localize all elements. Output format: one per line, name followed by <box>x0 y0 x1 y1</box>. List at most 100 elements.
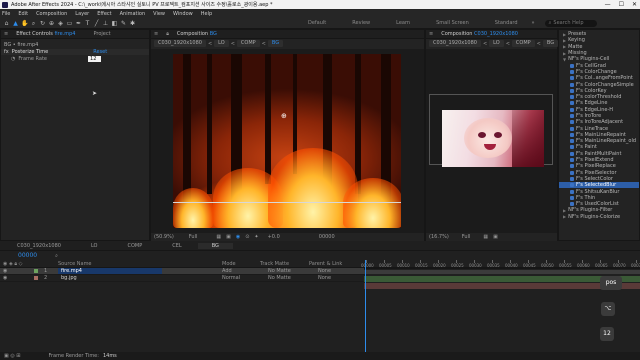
reset-link[interactable]: Reset <box>93 49 107 55</box>
timeline-search-icon[interactable]: ⌕ <box>55 253 58 259</box>
breadcrumb-bg[interactable]: BG <box>267 40 284 47</box>
tab-composition-c030[interactable]: Composition C030_1920x1080 <box>441 31 518 37</box>
layer-parent[interactable]: None <box>318 275 331 281</box>
tab-project[interactable]: Project <box>93 31 110 37</box>
tab-effect-controls[interactable]: Effect Controls fire.mp4 <box>16 31 75 37</box>
anchor-point-icon[interactable]: ⊕ <box>281 112 287 120</box>
workspace-standard[interactable]: Standard <box>495 20 518 26</box>
quality-dropdown[interactable]: Full <box>189 234 198 240</box>
lock-icon[interactable]: 🔒︎ <box>166 31 169 37</box>
secondary-zoom-dropdown[interactable]: (16.7%) <box>429 234 449 240</box>
layer-bar-2[interactable] <box>364 283 640 289</box>
type-tool-icon[interactable]: T <box>84 20 91 27</box>
menu-layer[interactable]: Layer <box>75 11 89 17</box>
secondary-viewer[interactable] <box>426 49 557 233</box>
search-help-input[interactable]: ⌕ Search Help <box>544 19 597 27</box>
breadcrumb-comp[interactable]: COMP <box>236 40 260 47</box>
workspace-small-screen[interactable]: Small Screen <box>436 20 469 26</box>
grid-icon[interactable]: ▦ <box>216 234 221 240</box>
pan-behind-tool-icon[interactable]: ◈ <box>57 20 64 27</box>
layer-row-2[interactable]: ◉ 2 bg.jpg Normal No Matte None <box>0 275 364 282</box>
timeline-tab-lo[interactable]: LO <box>77 243 112 249</box>
menu-file[interactable]: File <box>2 11 10 17</box>
disclosure-triangle-icon[interactable]: ▼ <box>563 57 566 62</box>
camera-tool-icon[interactable]: ⊕ <box>48 20 55 27</box>
playhead[interactable] <box>365 260 366 360</box>
menu-animation[interactable]: Animation <box>120 11 146 17</box>
layer-name[interactable]: bg.jpg <box>61 275 77 281</box>
breadcrumb-lo[interactable]: LO <box>214 40 229 47</box>
pen-tool-icon[interactable]: ✒ <box>75 20 82 27</box>
work-area-bar[interactable] <box>364 270 640 274</box>
rotate-tool-icon[interactable]: ↻ <box>39 20 46 27</box>
menu-window[interactable]: Window <box>173 11 193 17</box>
visibility-icon[interactable]: ◉ <box>3 275 7 281</box>
panel-menu-icon[interactable]: ≡ <box>154 31 158 37</box>
frame-rate-value[interactable]: 12 <box>88 55 102 62</box>
menu-view[interactable]: View <box>153 11 165 17</box>
zoom-tool-icon[interactable]: ⌕ <box>30 20 37 27</box>
layer-track-matte[interactable]: No Matte <box>268 268 291 274</box>
rectangle-tool-icon[interactable]: ▭ <box>66 20 73 27</box>
breadcrumb-c030[interactable]: C030_1920x1080 <box>154 40 206 47</box>
layer-mode[interactable]: Normal <box>222 275 240 281</box>
hand-tool-icon[interactable]: ✋ <box>21 20 28 27</box>
menu-effect[interactable]: Effect <box>97 11 111 17</box>
maximize-button[interactable]: ☐ <box>619 1 624 8</box>
column-parent[interactable]: Parent & Link <box>309 261 342 267</box>
layer-name[interactable]: fire.mp4 <box>58 268 162 274</box>
menu-composition[interactable]: Composition <box>36 11 67 17</box>
panel-menu-icon[interactable]: ≡ <box>429 31 433 37</box>
mask-icon[interactable]: ▣ <box>493 234 498 240</box>
menu-help[interactable]: Help <box>201 11 212 17</box>
visibility-icon[interactable]: ◉ <box>3 268 7 274</box>
panel-menu-icon[interactable]: ≡ <box>4 31 8 37</box>
puppet-tool-icon[interactable]: ✱ <box>129 20 136 27</box>
column-source-name[interactable]: Source Name <box>58 261 92 267</box>
layer-mode[interactable]: Add <box>222 268 232 274</box>
timeline-timecode[interactable]: 00000 <box>18 252 37 259</box>
snapshot-icon[interactable]: ⊙ <box>245 234 249 240</box>
fx-switch-icon[interactable]: fx <box>4 49 9 55</box>
column-mode[interactable]: Mode <box>222 261 236 267</box>
disclosure-triangle-icon[interactable]: ▶ <box>563 44 566 49</box>
breadcrumb-lo[interactable]: LO <box>489 40 504 47</box>
breadcrumb-bg[interactable]: BG <box>542 40 559 47</box>
grid-icon[interactable]: ▦ <box>483 234 488 240</box>
roto-tool-icon[interactable]: ✎ <box>120 20 127 27</box>
disclosure-triangle-icon[interactable]: ▶ <box>563 38 566 43</box>
layer-track-matte[interactable]: No Matte <box>268 275 291 281</box>
secondary-quality-dropdown[interactable]: Full <box>462 234 471 240</box>
zoom-dropdown[interactable]: (50.9%) <box>154 234 174 240</box>
mask-icon[interactable]: ▣ <box>226 234 231 240</box>
minimize-button[interactable]: — <box>605 1 611 8</box>
breadcrumb-comp[interactable]: COMP <box>511 40 535 47</box>
menu-edit[interactable]: Edit <box>18 11 28 17</box>
disclosure-triangle-icon[interactable]: ▶ <box>563 51 566 56</box>
timeline-tab-bg[interactable]: BG <box>197 242 233 249</box>
clone-tool-icon[interactable]: ⊥ <box>102 20 109 27</box>
breadcrumb-c030[interactable]: C030_1920x1080 <box>429 40 481 47</box>
time-ruler[interactable]: 00000 00005 00010 00015 00020 00025 00030 00035… <box>361 260 640 269</box>
eraser-tool-icon[interactable]: ◧ <box>111 20 118 27</box>
status-icons[interactable]: ▣ ◎ ⊞ <box>4 353 20 359</box>
timecode-display[interactable]: 00000 <box>319 234 335 240</box>
workspace-menu-icon[interactable]: » <box>532 20 535 26</box>
color-icon[interactable]: ✦ <box>254 234 258 240</box>
workspace-learn[interactable]: Learn <box>396 20 410 26</box>
disclosure-triangle-icon[interactable]: ▶ <box>563 32 566 37</box>
column-track-matte[interactable]: Track Matte <box>260 261 289 267</box>
workspace-default[interactable]: Default <box>308 20 326 26</box>
timeline-tab-cel[interactable]: CEL <box>158 243 195 249</box>
close-button[interactable]: ✕ <box>632 1 637 8</box>
selection-tool-icon[interactable]: ▲ <box>12 20 19 27</box>
exposure-value[interactable]: +0.0 <box>268 234 280 240</box>
home-icon[interactable]: ⌂ <box>3 20 10 27</box>
workspace-review[interactable]: Review <box>352 20 370 26</box>
timeline-tab-comp[interactable]: COMP <box>114 243 157 249</box>
disclosure-triangle-icon[interactable]: ▶ <box>563 214 566 219</box>
brush-tool-icon[interactable]: ╱ <box>93 20 100 27</box>
label-color[interactable] <box>34 269 38 273</box>
disclosure-triangle-icon[interactable]: ▶ <box>563 208 566 213</box>
layer-parent[interactable]: None <box>318 268 331 274</box>
